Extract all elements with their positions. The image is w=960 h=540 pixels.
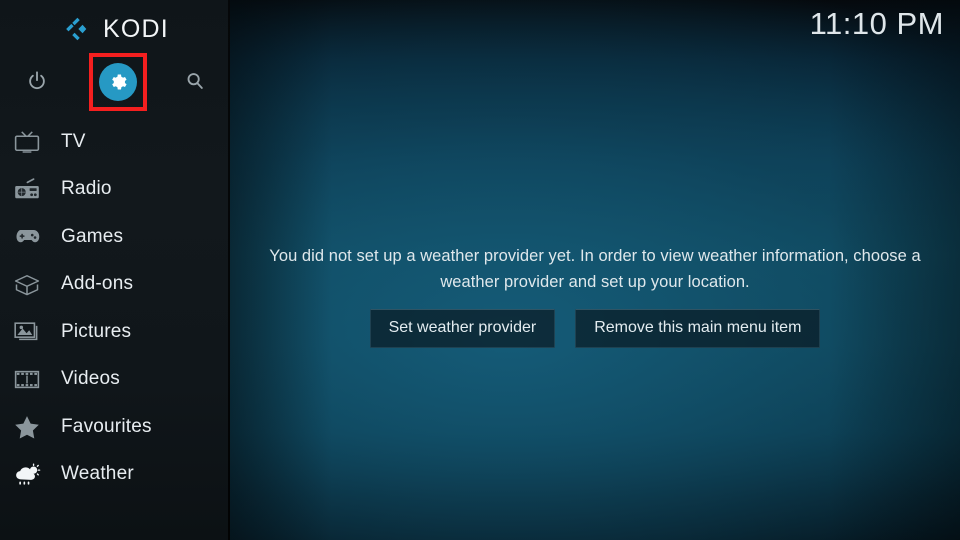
set-weather-provider-button[interactable]: Set weather provider bbox=[369, 309, 556, 348]
sidebar-item-radio[interactable]: Radio bbox=[0, 166, 230, 214]
kodi-logo-icon bbox=[61, 14, 91, 44]
star-icon bbox=[10, 412, 43, 442]
sidebar-item-favourites[interactable]: Favourites bbox=[0, 403, 230, 451]
box-icon bbox=[10, 269, 43, 299]
sidebar-item-label: Pictures bbox=[61, 320, 132, 342]
sidebar-item-label: Weather bbox=[61, 463, 134, 485]
remove-main-menu-item-button[interactable]: Remove this main menu item bbox=[575, 309, 821, 348]
sidebar-item-videos[interactable]: Videos bbox=[0, 356, 230, 404]
sidebar-item-label: Games bbox=[61, 225, 124, 247]
sidebar-item-pictures[interactable]: Pictures bbox=[0, 308, 230, 356]
sidebar-item-label: Favourites bbox=[61, 415, 152, 437]
main-content: You did not set up a weather provider ye… bbox=[230, 0, 960, 540]
kodi-home-screen: 11:10 PM KODI TV Radio Games Add-ons Pic… bbox=[0, 0, 960, 540]
sidebar-item-label: Radio bbox=[61, 178, 112, 200]
sidebar-item-addons[interactable]: Add-ons bbox=[0, 261, 230, 309]
app-title: KODI bbox=[103, 14, 169, 43]
radio-icon bbox=[10, 174, 43, 204]
top-action-bar bbox=[0, 53, 230, 111]
settings-button[interactable] bbox=[89, 53, 147, 111]
sidebar: KODI TV Radio Games Add-ons Pictures Vid… bbox=[0, 0, 230, 540]
gamepad-icon bbox=[10, 222, 43, 252]
app-logo: KODI bbox=[0, 8, 230, 50]
sidebar-item-weather[interactable]: Weather bbox=[0, 451, 230, 499]
sidebar-item-label: TV bbox=[61, 130, 86, 152]
filmstrip-icon bbox=[10, 364, 43, 394]
weather-setup-notice: You did not set up a weather provider ye… bbox=[269, 247, 921, 291]
sidebar-item-games[interactable]: Games bbox=[0, 213, 230, 261]
clock: 11:10 PM bbox=[809, 6, 944, 41]
sidebar-item-label: Add-ons bbox=[61, 273, 134, 295]
sidebar-item-tv[interactable]: TV bbox=[0, 118, 230, 166]
action-buttons: Set weather provider Remove this main me… bbox=[369, 309, 821, 348]
main-menu: TV Radio Games Add-ons Pictures Videos F… bbox=[0, 118, 230, 498]
weather-cloud-sun-rain-icon bbox=[10, 459, 43, 489]
tv-icon bbox=[10, 127, 43, 157]
search-icon bbox=[184, 70, 206, 92]
picture-icon bbox=[10, 317, 43, 347]
selection-highlight bbox=[89, 53, 147, 111]
power-icon bbox=[26, 70, 48, 92]
search-button[interactable] bbox=[175, 61, 215, 101]
sidebar-item-label: Videos bbox=[61, 368, 120, 390]
power-button[interactable] bbox=[18, 61, 56, 101]
